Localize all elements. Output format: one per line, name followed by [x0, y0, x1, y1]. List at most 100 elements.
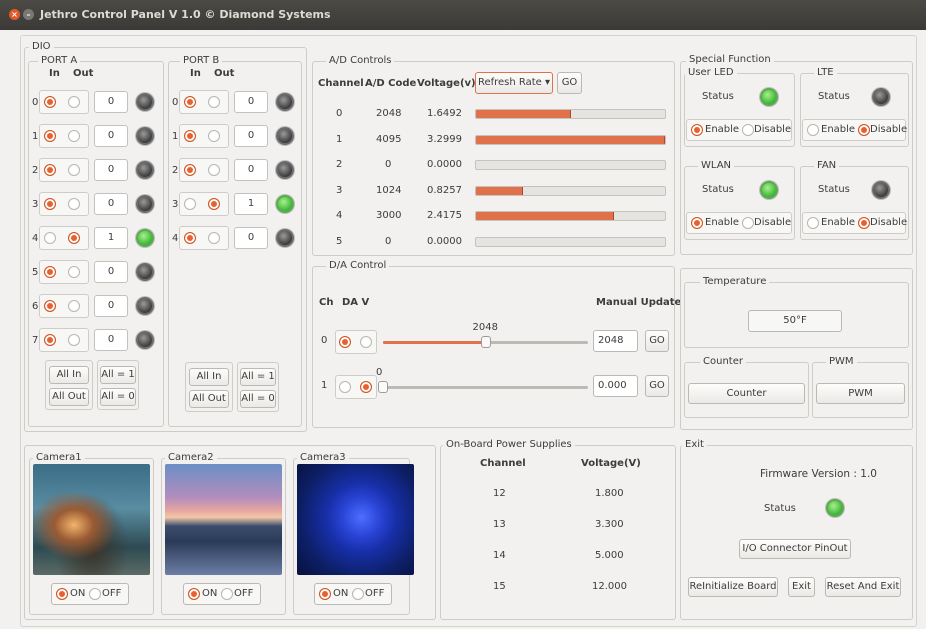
wlan-enable-radio[interactable]	[691, 217, 703, 229]
port_a-in-radio[interactable]	[44, 96, 56, 108]
user_led-status-led	[760, 88, 778, 106]
port_a-out-radio[interactable]	[68, 164, 80, 176]
camera-on-label: ON	[202, 588, 218, 599]
da-manual-value-input[interactable]: 2048	[593, 330, 638, 352]
port_b-value-field[interactable]: 0	[234, 125, 268, 147]
da-channel-cell: 0	[321, 335, 328, 346]
power-channel-cell: 12	[493, 488, 506, 499]
port_b-in-radio[interactable]	[184, 130, 196, 142]
camera-off-label: OFF	[234, 588, 254, 599]
io-connector-pinout-button[interactable]: I/O Connector PinOut	[739, 539, 851, 559]
port_a-status-led	[136, 331, 154, 349]
port-b-all-0-button[interactable]: All = 0	[240, 390, 276, 408]
camera-off-radio[interactable]	[221, 588, 233, 600]
port-a-all-in-button[interactable]: All In	[49, 366, 89, 384]
exit-status-led	[826, 499, 844, 517]
port_a-in-radio[interactable]	[44, 198, 56, 210]
port-a-all-0-button[interactable]: All = 0	[100, 388, 136, 406]
port_a-value-field[interactable]: 0	[94, 261, 128, 283]
port_a-in-radio[interactable]	[44, 300, 56, 312]
port-b-all-in-button[interactable]: All In	[189, 368, 229, 386]
da-right-radio[interactable]	[360, 381, 372, 393]
port_b-value-field[interactable]: 0	[234, 227, 268, 249]
port_b-out-radio[interactable]	[208, 198, 220, 210]
da-go-button[interactable]: GO	[645, 375, 669, 397]
port_a-value-field[interactable]: 0	[94, 159, 128, 181]
port_b-row-index: 2	[172, 165, 179, 176]
da-slider-value-label: 2048	[472, 322, 498, 333]
user_led-enable-radio[interactable]	[691, 124, 703, 136]
port-b-all-out-button[interactable]: All Out	[189, 390, 229, 408]
port_b-out-radio[interactable]	[208, 164, 220, 176]
port-a-all-1-button[interactable]: All = 1	[100, 366, 136, 384]
user_led-disable-radio[interactable]	[742, 124, 754, 136]
ad-level-bar	[475, 185, 666, 196]
exit-button[interactable]: Exit	[788, 577, 815, 597]
close-icon[interactable]: ×	[9, 9, 20, 20]
port_a-value-field[interactable]: 1	[94, 227, 128, 249]
da-go-button[interactable]: GO	[645, 330, 669, 352]
port_a-out-radio[interactable]	[68, 96, 80, 108]
port_b-in-radio[interactable]	[184, 198, 196, 210]
port_b-value-field[interactable]: 1	[234, 193, 268, 215]
ad-voltage-cell: 3.2999	[427, 133, 462, 145]
ad-channel-cell: 4	[336, 210, 343, 221]
port_a-value-field[interactable]: 0	[94, 125, 128, 147]
lte-enable-radio[interactable]	[807, 124, 819, 136]
port-a-out-header: Out	[73, 68, 94, 79]
port_a-in-radio[interactable]	[44, 130, 56, 142]
camera-off-radio[interactable]	[89, 588, 101, 600]
camera-on-radio[interactable]	[56, 588, 68, 600]
port_a-value-field[interactable]: 0	[94, 295, 128, 317]
port_a-value-field[interactable]: 0	[94, 193, 128, 215]
minimize-icon[interactable]: –	[23, 9, 34, 20]
port_a-in-radio[interactable]	[44, 164, 56, 176]
fan-disable-radio[interactable]	[858, 217, 870, 229]
camera-off-radio[interactable]	[352, 588, 364, 600]
da-right-radio[interactable]	[360, 336, 372, 348]
da-slider-track[interactable]	[383, 386, 588, 389]
port_b-value-field[interactable]: 0	[234, 91, 268, 113]
da-slider-handle[interactable]	[378, 381, 388, 393]
port_b-value-field[interactable]: 0	[234, 159, 268, 181]
camera-on-radio[interactable]	[188, 588, 200, 600]
fan-enable-radio[interactable]	[807, 217, 819, 229]
pwm-button[interactable]: PWM	[816, 383, 905, 404]
ad-voltage-cell: 0.8257	[427, 184, 462, 196]
refresh-go-button[interactable]: GO	[557, 72, 582, 94]
port-b-all-1-button[interactable]: All = 1	[240, 368, 276, 386]
port_a-out-radio[interactable]	[68, 130, 80, 142]
port_a-in-radio[interactable]	[44, 232, 56, 244]
port_a-value-field[interactable]: 0	[94, 91, 128, 113]
port-a-all-out-button[interactable]: All Out	[49, 388, 89, 406]
camera-on-radio[interactable]	[319, 588, 331, 600]
camera-preview-image	[165, 464, 282, 575]
ad-level-fill	[476, 212, 614, 220]
counter-button[interactable]: Counter	[688, 383, 805, 404]
port_a-out-radio[interactable]	[68, 300, 80, 312]
reinitialize-board-button[interactable]: ReInitialize Board	[688, 577, 778, 597]
da-manual-value-input[interactable]: 0.000	[593, 375, 638, 397]
lte-disable-radio[interactable]	[858, 124, 870, 136]
port_b-out-radio[interactable]	[208, 130, 220, 142]
port_a-value-field[interactable]: 0	[94, 329, 128, 351]
port_b-out-radio[interactable]	[208, 232, 220, 244]
port_b-in-radio[interactable]	[184, 232, 196, 244]
da-left-radio[interactable]	[339, 336, 351, 348]
port_b-out-radio[interactable]	[208, 96, 220, 108]
port_a-in-radio[interactable]	[44, 266, 56, 278]
port_a-out-radio[interactable]	[68, 334, 80, 346]
ad-code-cell: 2048	[376, 108, 402, 119]
port_a-out-radio[interactable]	[68, 232, 80, 244]
port_a-out-radio[interactable]	[68, 266, 80, 278]
da-slider-handle[interactable]	[480, 336, 491, 348]
port_b-in-radio[interactable]	[184, 96, 196, 108]
port_a-in-radio[interactable]	[44, 334, 56, 346]
refresh-rate-dropdown[interactable]: Refresh Rate ▾	[475, 72, 553, 94]
wlan-status-led	[760, 181, 778, 199]
da-left-radio[interactable]	[339, 381, 351, 393]
reset-and-exit-button[interactable]: Reset And Exit	[825, 577, 901, 597]
port_b-in-radio[interactable]	[184, 164, 196, 176]
port_a-out-radio[interactable]	[68, 198, 80, 210]
wlan-disable-radio[interactable]	[742, 217, 754, 229]
